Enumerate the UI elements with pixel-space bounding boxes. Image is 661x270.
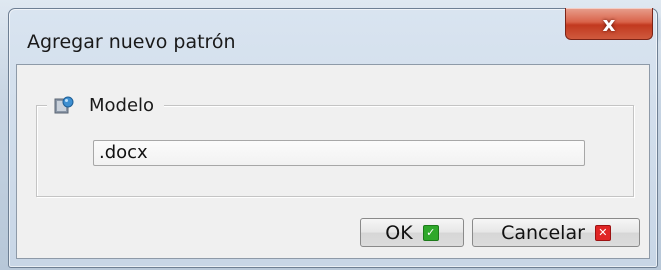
dialog-window: Agregar nuevo patrón x Modelo OK ✓ Cance… <box>8 8 658 268</box>
close-icon: x <box>602 11 616 36</box>
template-icon <box>53 94 75 116</box>
dialog-content: Modelo OK ✓ Cancelar ✕ <box>16 64 650 259</box>
title-bar[interactable]: Agregar nuevo patrón x <box>9 8 657 65</box>
model-input[interactable] <box>93 140 585 166</box>
ok-button-label: OK <box>385 221 413 244</box>
cancel-button[interactable]: Cancelar ✕ <box>472 218 640 247</box>
group-label: Modelo <box>89 94 155 116</box>
check-icon: ✓ <box>422 224 439 241</box>
cross-icon: ✕ <box>594 224 611 241</box>
groupbox-legend: Modelo <box>47 93 165 117</box>
ok-button[interactable]: OK ✓ <box>360 218 464 247</box>
close-button[interactable]: x <box>565 8 653 40</box>
cancel-button-label: Cancelar <box>501 221 585 244</box>
dialog-title: Agregar nuevo patrón <box>27 31 236 53</box>
